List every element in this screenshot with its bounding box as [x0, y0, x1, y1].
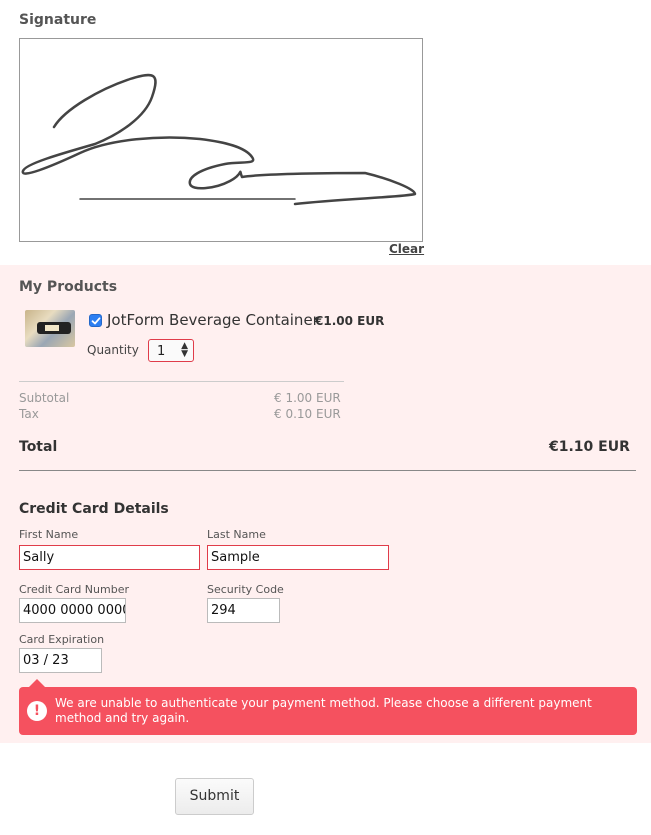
last-name-field[interactable]: Sample	[207, 545, 389, 570]
subtotal-label: Subtotal	[19, 391, 70, 405]
error-message: We are unable to authenticate your payme…	[55, 696, 592, 725]
total-value: €1.10 EUR	[549, 439, 630, 455]
security-code-label: Security Code	[207, 583, 284, 596]
product-name: JotForm Beverage Container	[107, 311, 319, 329]
quantity-label: Quantity	[87, 343, 139, 357]
exclamation-icon: !	[27, 701, 47, 721]
quantity-value: 1	[157, 344, 166, 359]
product-image	[25, 310, 75, 347]
product-price: €1.00 EUR	[315, 314, 385, 328]
first-name-label: First Name	[19, 528, 79, 541]
credit-card-title: Credit Card Details	[19, 501, 169, 517]
total-label: Total	[19, 439, 58, 455]
tax-value: € 0.10 EUR	[274, 407, 341, 421]
error-caret	[29, 679, 45, 687]
checkmark-icon	[91, 317, 101, 325]
card-expiration-field[interactable]: 03 / 23	[19, 648, 102, 673]
total-divider	[19, 470, 636, 471]
signature-pad[interactable]	[19, 38, 423, 242]
card-number-label: Credit Card Number	[19, 583, 129, 596]
quantity-select[interactable]: 1 ▲ ▼	[148, 339, 194, 362]
clear-signature-link[interactable]: Clear	[389, 242, 424, 256]
card-number-field[interactable]: 4000 0000 0000	[19, 598, 126, 623]
subtotal-value: € 1.00 EUR	[274, 391, 341, 405]
signature-title: Signature	[19, 12, 97, 28]
first-name-field[interactable]: Sally	[19, 545, 200, 570]
security-code-field[interactable]: 294	[207, 598, 280, 623]
product-checkbox[interactable]	[89, 314, 102, 327]
subtotal-divider	[19, 381, 344, 382]
last-name-label: Last Name	[207, 528, 266, 541]
signature-stroke	[21, 73, 417, 206]
products-title: My Products	[19, 279, 118, 295]
card-expiration-label: Card Expiration	[19, 633, 105, 646]
tax-label: Tax	[19, 407, 39, 421]
select-arrows-icon: ▲ ▼	[181, 341, 188, 359]
submit-button[interactable]: Submit	[175, 778, 254, 815]
